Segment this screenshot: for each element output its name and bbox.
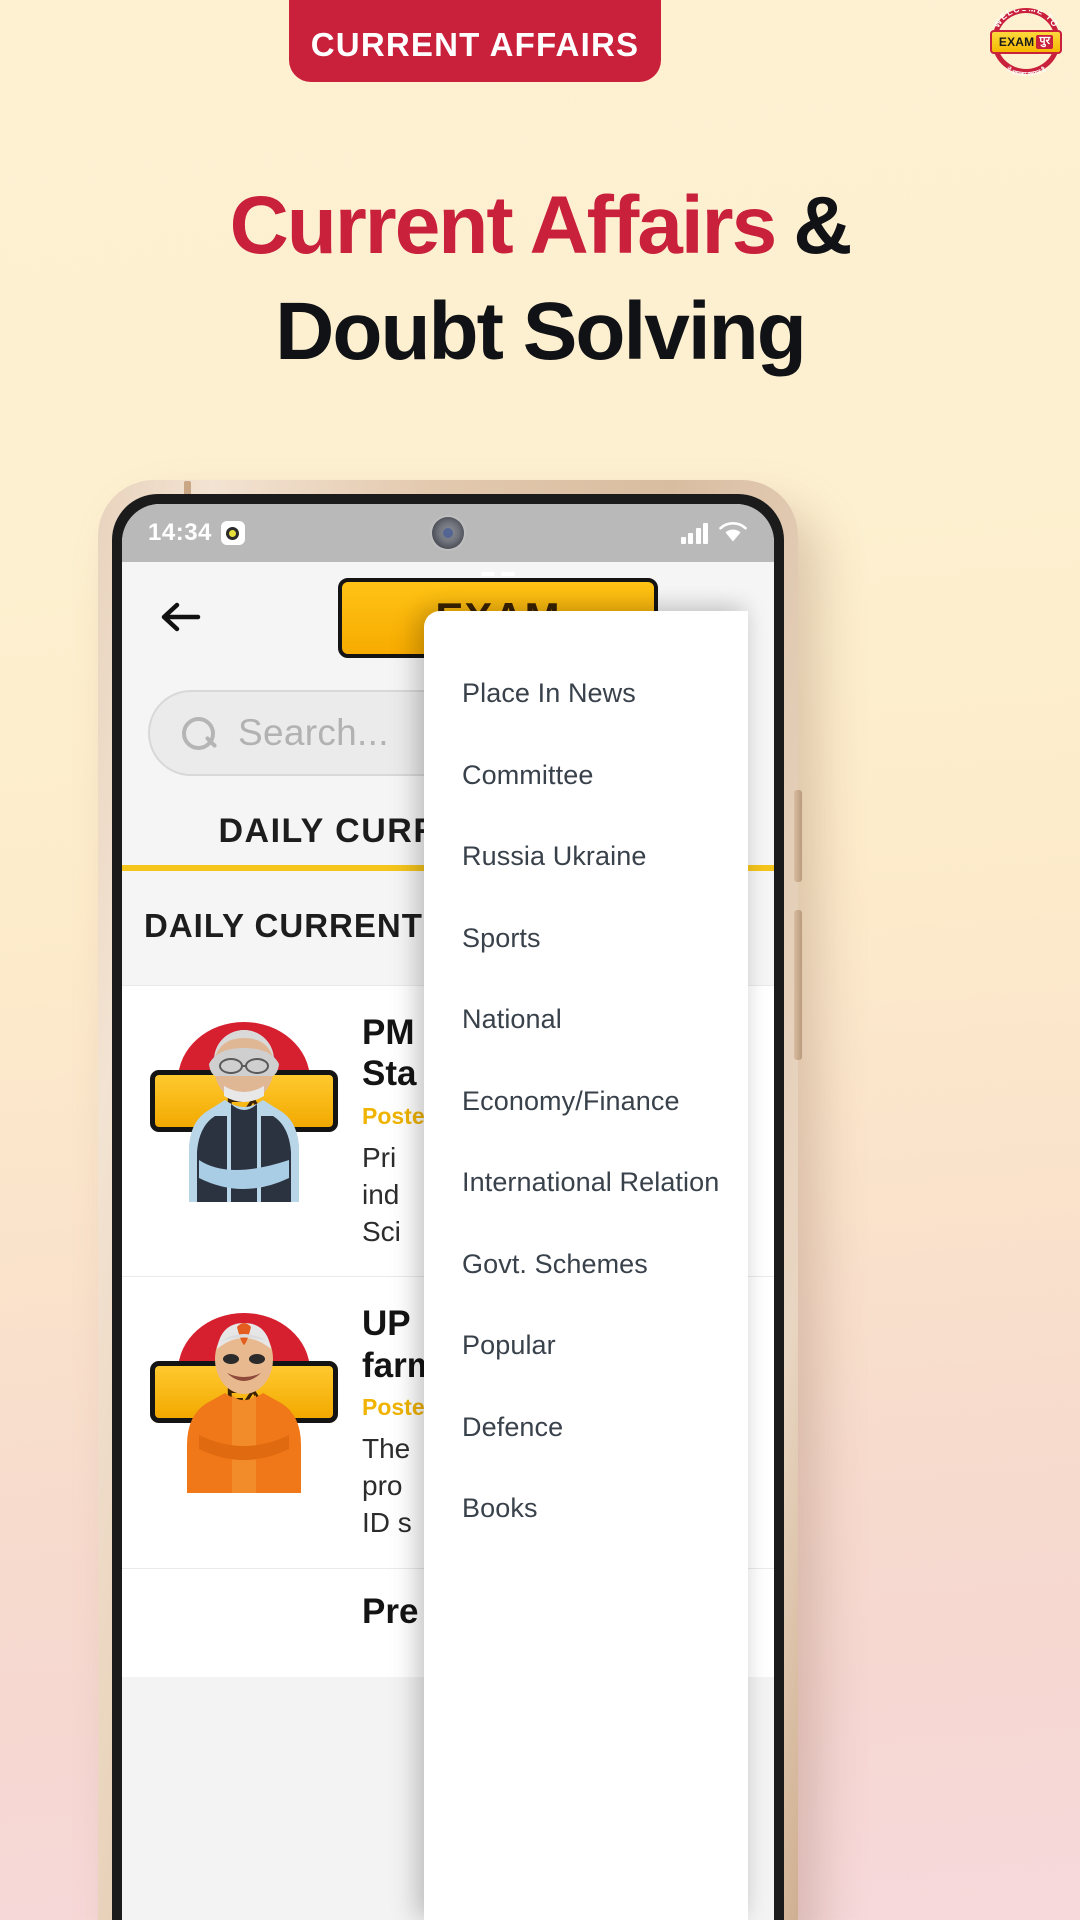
headline-line-2: Doubt Solving bbox=[275, 286, 807, 377]
phone-volume-button bbox=[794, 910, 802, 1060]
article-title-line-2: Sta bbox=[362, 1054, 417, 1094]
back-arrow-icon[interactable] bbox=[154, 591, 206, 643]
menu-item-russia-ukraine[interactable]: Russia Ukraine bbox=[424, 816, 748, 898]
svg-text:में आपका स्वागत है: में आपका स्वागत है bbox=[1004, 65, 1047, 78]
notification-dot-icon bbox=[220, 521, 245, 545]
article-thumbnail: EX bbox=[144, 1012, 344, 1202]
menu-item-economy-finance[interactable]: Economy/Finance bbox=[424, 1061, 748, 1143]
badge-exam-text: EXAM bbox=[998, 35, 1035, 49]
article-thumbnail bbox=[144, 1590, 344, 1651]
menu-item-committee[interactable]: Committee bbox=[424, 735, 748, 817]
status-bar: 14:34 bbox=[122, 504, 774, 562]
search-icon bbox=[180, 715, 216, 751]
article-title-line-1: Pre bbox=[362, 1591, 419, 1631]
headline-ampersand: & bbox=[793, 180, 852, 271]
banner-title: CURRENT AFFAIRS bbox=[310, 26, 640, 63]
menu-item-sports[interactable]: Sports bbox=[424, 898, 748, 980]
headline-current-affairs: Current Affairs bbox=[229, 180, 778, 271]
article-desc-line-2: pro bbox=[362, 1470, 403, 1501]
menu-item-place-in-news[interactable]: Place In News bbox=[424, 653, 748, 735]
badge-pur-text: पुर bbox=[1036, 35, 1054, 49]
current-affairs-banner: CURRENT AFFAIRS bbox=[289, 0, 661, 82]
brand-logo-badge: WELCOME TO EXAM पुर में आपका स्वागत है bbox=[988, 6, 1064, 78]
article-desc-line-3: ID s bbox=[362, 1506, 412, 1538]
article-desc-line-1: Pri bbox=[362, 1141, 397, 1173]
search-placeholder: Search... bbox=[238, 712, 389, 753]
phone-power-button bbox=[794, 790, 802, 882]
headline-line-1: Current Affairs & bbox=[0, 185, 1080, 267]
front-camera-punch-hole bbox=[432, 517, 464, 549]
article-title-line-1: PM bbox=[362, 1013, 415, 1052]
menu-item-govt-schemes[interactable]: Govt. Schemes bbox=[424, 1224, 748, 1306]
cellular-signal-icon bbox=[680, 522, 708, 544]
headline: Current Affairs & Doubt Solving bbox=[0, 185, 1080, 373]
menu-item-popular[interactable]: Popular bbox=[424, 1305, 748, 1387]
menu-item-national[interactable]: National bbox=[424, 979, 748, 1061]
status-bar-icons bbox=[680, 521, 749, 545]
person-photo bbox=[189, 1030, 299, 1202]
menu-item-books[interactable]: Books bbox=[424, 1468, 748, 1550]
menu-item-defence[interactable]: Defence bbox=[424, 1387, 748, 1469]
article-desc-line-3: Sci bbox=[362, 1215, 401, 1247]
badge-arc-bottom: में आपका स्वागत है bbox=[988, 52, 1064, 78]
app-logo-top-dashes bbox=[481, 572, 515, 576]
article-desc-line-2: ind bbox=[362, 1178, 400, 1210]
status-bar-time: 14:34 bbox=[148, 519, 212, 546]
category-dropdown-menu: Place In News Committee Russia Ukraine S… bbox=[424, 611, 748, 1920]
person-photo bbox=[187, 1323, 301, 1494]
badge-plate: EXAM पुर bbox=[990, 30, 1062, 54]
article-desc-line-1: The bbox=[362, 1433, 411, 1465]
menu-item-international-relation[interactable]: International Relation bbox=[424, 1142, 748, 1224]
wifi-icon bbox=[719, 522, 747, 542]
article-title-line-1: UP bbox=[362, 1304, 411, 1344]
article-thumbnail: EX bbox=[144, 1303, 344, 1494]
